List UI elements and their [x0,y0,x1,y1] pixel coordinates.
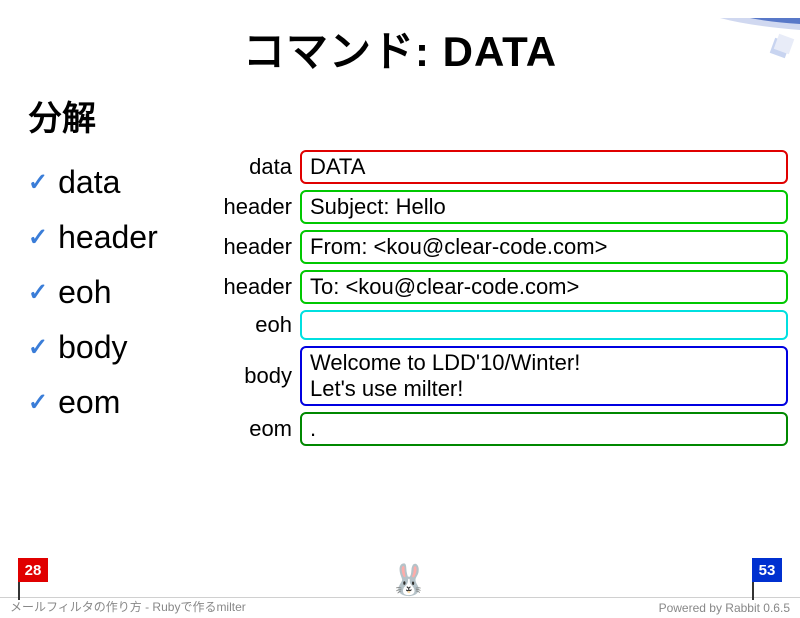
check-icon: ✓ [28,223,48,252]
row-box-body: Welcome to LDD'10/Winter! Let's use milt… [300,346,788,406]
row-box-header: Subject: Hello [300,190,788,224]
list-item: ✓ header [28,219,218,256]
rabbit-icon: 🐰 [390,563,427,598]
diagram-row: eoh [218,310,788,340]
row-label: header [218,190,300,224]
diagram-row: body Welcome to LDD'10/Winter! Let's use… [218,346,788,406]
flag-pole [752,582,754,600]
row-box-eoh [300,310,788,340]
footer-right-text: Powered by Rabbit 0.6.5 [659,601,790,615]
smtp-diagram: data DATA header Subject: Hello header F… [218,146,788,452]
list-item: ✓ data [28,164,218,201]
row-label: eoh [218,310,300,340]
total-pages-number: 53 [752,558,782,582]
list-item-label: data [58,164,120,201]
list-item-label: body [58,329,127,366]
diagram-row: header From: <kou@clear-code.com> [218,230,788,264]
row-box-eom: . [300,412,788,446]
diagram-row: eom . [218,412,788,446]
row-box-header: From: <kou@clear-code.com> [300,230,788,264]
row-box-header: To: <kou@clear-code.com> [300,270,788,304]
list-item: ✓ eom [28,384,218,421]
check-icon: ✓ [28,278,48,307]
corner-decoration [680,18,800,78]
row-label: body [218,346,300,406]
list-item: ✓ eoh [28,274,218,311]
total-pages-flag: 53 [752,558,782,600]
row-label: data [218,150,300,184]
diagram-row: header To: <kou@clear-code.com> [218,270,788,304]
list-item: ✓ body [28,329,218,366]
list-item-label: eoh [58,274,111,311]
diagram-row: header Subject: Hello [218,190,788,224]
row-box-data: DATA [300,150,788,184]
list-item-label: eom [58,384,120,421]
check-icon: ✓ [28,333,48,362]
footer-left-text: メールフィルタの作り方 - Rubyで作るmilter [10,598,246,615]
list-item-label: header [58,219,158,256]
current-page-number: 28 [18,558,48,582]
check-icon: ✓ [28,388,48,417]
breakdown-list: ✓ data ✓ header ✓ eoh ✓ body ✓ eom [28,146,218,452]
check-icon: ✓ [28,168,48,197]
diagram-row: data DATA [218,150,788,184]
current-page-flag: 28 [18,558,48,600]
row-label: eom [218,412,300,446]
row-label: header [218,230,300,264]
slide-subtitle: 分解 [28,91,800,140]
footer: 28 🐰 53 メールフィルタの作り方 - Rubyで作るmilter Powe… [0,570,800,618]
row-label: header [218,270,300,304]
